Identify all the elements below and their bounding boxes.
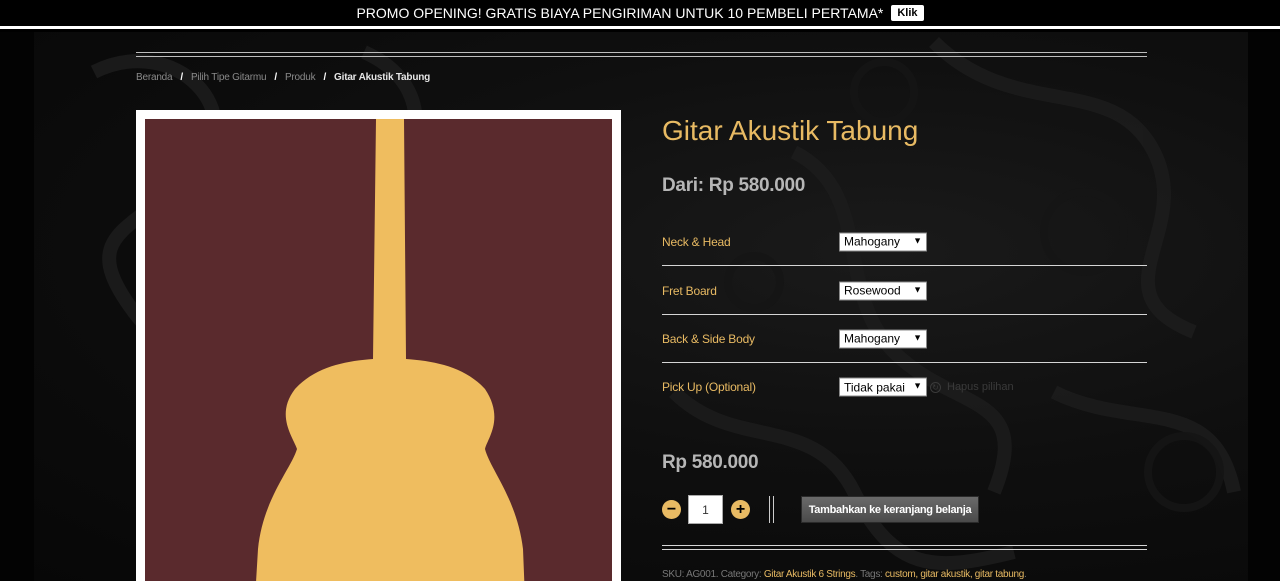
breadcrumb-separator: / — [323, 72, 327, 83]
chevron-down-icon: ▼ — [913, 380, 922, 391]
breadcrumb-products[interactable]: Produk — [285, 72, 316, 83]
variation-label: Back & Side Body — [662, 331, 755, 346]
category-label: Category: — [720, 569, 762, 580]
fret-board-select[interactable]: Rosewood ▼ — [839, 281, 927, 300]
tags-links[interactable]: custom, gitar akustik, gitar tabung — [885, 569, 1024, 580]
guitar-illustration — [256, 119, 525, 581]
product-image[interactable] — [136, 110, 621, 581]
tags-label: Tags: — [860, 569, 883, 580]
breadcrumb-separator: / — [180, 72, 184, 83]
variation-label: Fret Board — [662, 283, 717, 298]
clear-icon: ↻ — [930, 381, 941, 393]
select-value: Mahogany — [844, 331, 901, 346]
price-from: Dari: Rp 580.000 — [662, 175, 806, 196]
variation-pick-up: Pick Up (Optional) Tidak pakai ▼ ↻ Hapus… — [662, 363, 1147, 411]
select-value: Rosewood — [844, 283, 901, 298]
clear-selection-link[interactable]: ↻ Hapus pilihan — [930, 381, 1014, 393]
product-image-canvas — [145, 119, 612, 581]
clear-selection-label: Hapus pilihan — [947, 381, 1014, 393]
meta-rule — [662, 549, 1147, 550]
minus-icon: − — [666, 500, 677, 518]
breadcrumb-separator: / — [274, 72, 277, 83]
header-rule — [136, 52, 1147, 53]
chevron-down-icon: ▼ — [913, 332, 922, 342]
sku-label: SKU: — [662, 569, 685, 580]
product-price: Rp 580.000 — [662, 452, 759, 473]
pick-up-select[interactable]: Tidak pakai ▼ — [839, 377, 927, 397]
neck-head-select[interactable]: Mahogany ▼ — [839, 232, 927, 251]
add-to-cart-button[interactable]: Tambahkan ke keranjang belanja — [801, 496, 979, 523]
back-side-body-select[interactable]: Mahogany ▼ — [839, 329, 927, 348]
meta-rule — [662, 545, 1147, 546]
divider — [769, 496, 770, 523]
variation-label: Neck & Head — [662, 234, 731, 249]
breadcrumb-guitar-types[interactable]: Pilih Tipe Gitarmu — [191, 72, 267, 83]
breadcrumb-home[interactable]: Beranda — [136, 72, 173, 83]
breadcrumb-current: Gitar Akustik Tabung — [334, 72, 431, 83]
variation-back-side-body: Back & Side Body Mahogany ▼ — [662, 315, 1147, 363]
variation-label: Pick Up (Optional) — [662, 380, 756, 394]
header-rule — [136, 56, 1147, 57]
quantity-increase-button[interactable]: + — [731, 500, 750, 519]
chevron-down-icon: ▼ — [913, 284, 922, 294]
chevron-down-icon: ▼ — [913, 235, 922, 245]
quantity-input[interactable] — [688, 495, 723, 524]
breadcrumb: Beranda / Pilih Tipe Gitarmu / Produk / … — [136, 72, 430, 83]
category-link[interactable]: Gitar Akustik 6 Strings — [764, 569, 856, 580]
product-title: Gitar Akustik Tabung — [662, 115, 919, 146]
divider — [773, 496, 774, 523]
product-meta: SKU: AG001. Category: Gitar Akustik 6 St… — [662, 569, 1027, 580]
promo-button[interactable]: Klik — [891, 5, 924, 21]
plus-icon: + — [735, 500, 746, 518]
quantity-decrease-button[interactable]: − — [662, 500, 681, 519]
variation-neck-head: Neck & Head Mahogany ▼ — [662, 218, 1147, 266]
select-value: Tidak pakai — [844, 380, 905, 394]
promo-text: PROMO OPENING! GRATIS BIAYA PENGIRIMAN U… — [356, 5, 884, 21]
select-value: Mahogany — [844, 234, 901, 249]
sku-value: AG001. — [686, 569, 719, 580]
promo-bar: PROMO OPENING! GRATIS BIAYA PENGIRIMAN U… — [0, 0, 1280, 29]
variation-fret-board: Fret Board Rosewood ▼ — [662, 267, 1147, 315]
